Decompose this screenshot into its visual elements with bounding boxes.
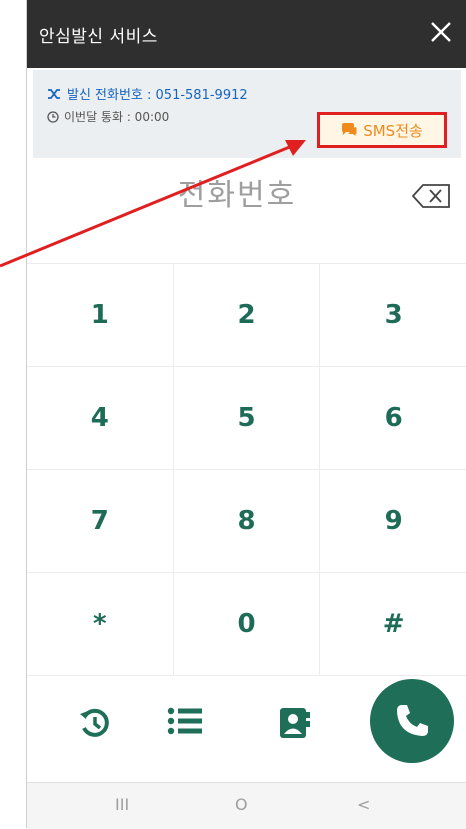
key-star[interactable]: * [27, 573, 174, 676]
call-list-button[interactable] [167, 706, 203, 736]
key-7[interactable]: 7 [27, 470, 174, 573]
caller-number-row: 발신 전화번호 : 051-581-9912 [47, 84, 248, 103]
key-1[interactable]: 1 [27, 264, 174, 367]
clock-icon [47, 110, 59, 123]
monthly-call-row: 이번달 통화 : 00:00 [47, 108, 169, 125]
action-bar [27, 676, 466, 781]
backspace-icon [411, 184, 450, 208]
phone-icon [397, 705, 428, 736]
key-2[interactable]: 2 [173, 264, 321, 367]
close-button[interactable] [423, 14, 459, 50]
shuffle-icon [48, 88, 60, 99]
key-5[interactable]: 5 [173, 367, 321, 470]
key-4[interactable]: 4 [27, 367, 174, 470]
list-icon [167, 707, 202, 735]
sms-send-button[interactable]: SMS전송 [317, 112, 447, 148]
key-6[interactable]: 6 [320, 367, 466, 470]
key-3[interactable]: 3 [320, 264, 466, 367]
sms-send-label: SMS전송 [363, 121, 423, 140]
chat-bubble-icon [342, 123, 357, 136]
caller-number-text: 발신 전화번호 : 051-581-9912 [67, 88, 248, 103]
dial-keypad: 1 2 3 4 5 6 7 8 9 * 0 # [27, 263, 466, 676]
backspace-button[interactable] [411, 182, 453, 210]
history-button[interactable] [77, 706, 113, 742]
monthly-call-text: 이번달 통화 : 00:00 [64, 110, 170, 124]
contact-book-icon [280, 708, 310, 738]
close-icon [431, 22, 451, 42]
title-bar: 안심발신 서비스 [27, 0, 466, 68]
system-nav-bar: III O < [27, 782, 466, 829]
key-8[interactable]: 8 [173, 470, 321, 573]
call-button[interactable] [370, 679, 454, 763]
phone-number-display[interactable]: 전화번호 [137, 170, 337, 214]
key-9[interactable]: 9 [320, 470, 466, 573]
app-title: 안심발신 서비스 [39, 27, 158, 47]
history-icon [80, 708, 109, 737]
key-hash[interactable]: # [320, 573, 466, 676]
key-0[interactable]: 0 [173, 573, 321, 676]
phone-screen: 안심발신 서비스 발신 전화번호 : 051-581-9912 이번달 통화 :… [26, 0, 466, 829]
contacts-button[interactable] [279, 706, 311, 740]
nav-back-button[interactable]: < [357, 795, 370, 814]
nav-home-button[interactable]: O [235, 795, 248, 814]
nav-recents-button[interactable]: III [115, 795, 129, 814]
